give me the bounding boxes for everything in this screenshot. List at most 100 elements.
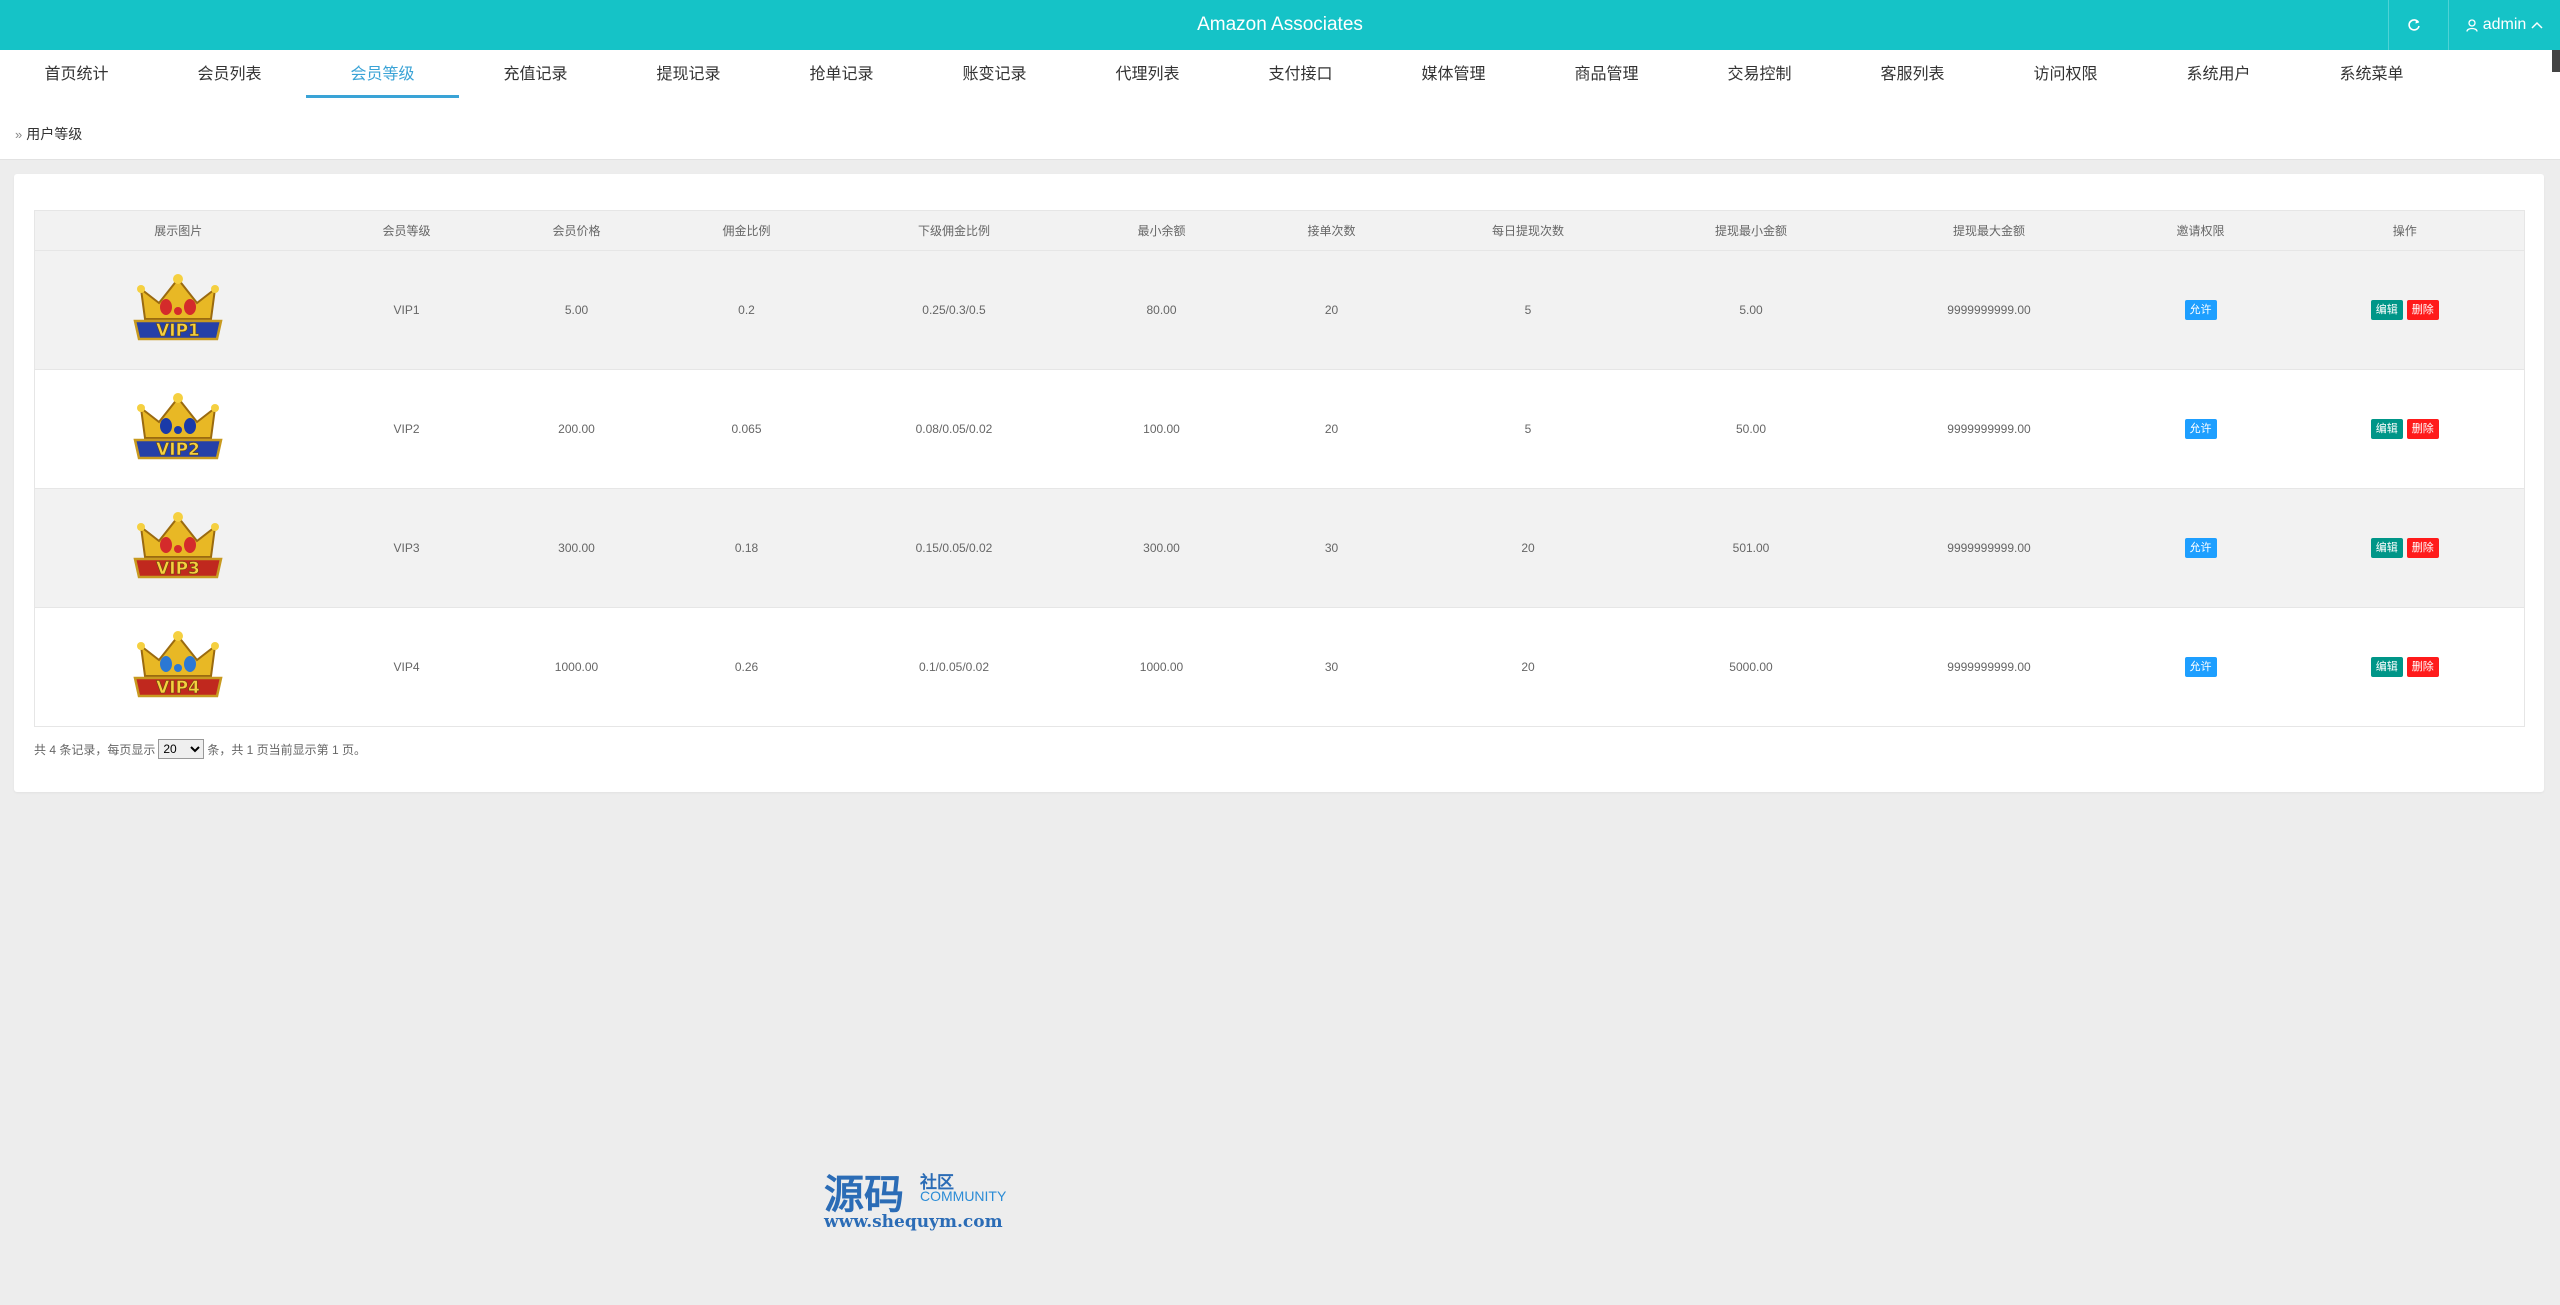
breadcrumb-separator-icon: » xyxy=(15,126,23,142)
app-title: Amazon Associates xyxy=(1197,14,1363,35)
delete-button[interactable]: 删除 xyxy=(2406,300,2439,320)
breadcrumb-label[interactable]: 用户等级 xyxy=(26,124,82,144)
nav-item-member-levels[interactable]: 会员等级 xyxy=(306,50,459,98)
nav-item-dashboard[interactable]: 首页统计 xyxy=(0,50,153,98)
cell-min-balance: 100.00 xyxy=(1076,369,1247,489)
col-header-withdraw-min: 提现最小金额 xyxy=(1639,210,1863,251)
col-header-withdraw-max: 提现最大金额 xyxy=(1862,210,2116,251)
cell-daily-withdraw: 5 xyxy=(1416,369,1640,489)
nav-item-trade-control[interactable]: 交易控制 xyxy=(1683,50,1836,98)
vip-level-table: 展示图片 会员等级 会员价格 佣金比例 下级佣金比例 最小余额 接单次数 每日提… xyxy=(34,210,2525,727)
col-header-actions: 操作 xyxy=(2285,210,2525,251)
watermark-community-text: COMMUNITY xyxy=(920,1188,1007,1204)
vip-crown-icon: VIP1 xyxy=(133,273,223,341)
cell-actions: 编辑 删除 xyxy=(2285,607,2525,727)
cell-sub-commission: 0.15/0.05/0.02 xyxy=(831,488,1077,608)
col-header-orders: 接单次数 xyxy=(1246,210,1417,251)
delete-button[interactable]: 删除 xyxy=(2406,538,2439,558)
cell-orders: 20 xyxy=(1246,250,1417,370)
svg-text:VIP1: VIP1 xyxy=(156,321,200,341)
table-row: VIP3 VIP3 300.00 0.18 0.15/0.05/0.02 300.00 3… xyxy=(34,488,2525,608)
invite-allow-button[interactable]: 允许 xyxy=(2184,419,2217,439)
cell-actions: 编辑 删除 xyxy=(2285,369,2525,489)
edit-button[interactable]: 编辑 xyxy=(2370,657,2403,677)
cell-withdraw-max: 9999999999.00 xyxy=(1862,488,2116,608)
col-header-price: 会员价格 xyxy=(491,210,662,251)
cell-level: VIP3 xyxy=(321,488,492,608)
nav-item-withdraw[interactable]: 提现记录 xyxy=(612,50,765,98)
cell-daily-withdraw: 20 xyxy=(1416,488,1640,608)
content-card: 展示图片 会员等级 会员价格 佣金比例 下级佣金比例 最小余额 接单次数 每日提… xyxy=(14,174,2544,792)
user-menu[interactable]: admin xyxy=(2448,0,2560,50)
col-header-commission: 佣金比例 xyxy=(661,210,832,251)
nav-item-agents[interactable]: 代理列表 xyxy=(1071,50,1224,98)
cell-orders: 20 xyxy=(1246,369,1417,489)
vip-image-cell: VIP2 xyxy=(34,369,322,489)
cell-withdraw-max: 9999999999.00 xyxy=(1862,369,2116,489)
cell-price: 1000.00 xyxy=(491,607,662,727)
col-header-level: 会员等级 xyxy=(321,210,492,251)
delete-button[interactable]: 删除 xyxy=(2406,657,2439,677)
cell-withdraw-max: 9999999999.00 xyxy=(1862,250,2116,370)
breadcrumb: » 用户等级 xyxy=(15,124,82,144)
pagination-prefix: 共 4 条记录，每页显示 xyxy=(34,742,156,757)
cell-invite: 允许 xyxy=(2115,607,2286,727)
invite-allow-button[interactable]: 允许 xyxy=(2184,538,2217,558)
cell-daily-withdraw: 5 xyxy=(1416,250,1640,370)
nav-item-system-users[interactable]: 系统用户 xyxy=(2142,50,2295,98)
cell-invite: 允许 xyxy=(2115,488,2286,608)
nav-item-account-changes[interactable]: 账变记录 xyxy=(918,50,1071,98)
invite-allow-button[interactable]: 允许 xyxy=(2184,657,2217,677)
refresh-button[interactable] xyxy=(2388,0,2438,50)
vip-crown-icon: VIP3 xyxy=(133,511,223,579)
table-header-row: 展示图片 会员等级 会员价格 佣金比例 下级佣金比例 最小余额 接单次数 每日提… xyxy=(34,210,2525,251)
cell-price: 200.00 xyxy=(491,369,662,489)
nav-item-access[interactable]: 访问权限 xyxy=(1989,50,2142,98)
cell-commission: 0.18 xyxy=(661,488,832,608)
nav-item-system-menu[interactable]: 系统菜单 xyxy=(2295,50,2448,98)
main-nav: 首页统计 会员列表 会员等级 充值记录 提现记录 抢单记录 账变记录 代理列表 … xyxy=(0,50,2560,100)
cell-min-balance: 80.00 xyxy=(1076,250,1247,370)
nav-scrollbar[interactable] xyxy=(2552,50,2560,72)
cell-commission: 0.26 xyxy=(661,607,832,727)
edit-button[interactable]: 编辑 xyxy=(2370,300,2403,320)
cell-orders: 30 xyxy=(1246,607,1417,727)
vip-crown-icon: VIP4 xyxy=(133,630,223,698)
cell-min-balance: 1000.00 xyxy=(1076,607,1247,727)
edit-button[interactable]: 编辑 xyxy=(2370,419,2403,439)
col-header-invite: 邀请权限 xyxy=(2115,210,2286,251)
nav-item-orders[interactable]: 抢单记录 xyxy=(765,50,918,98)
cell-orders: 30 xyxy=(1246,488,1417,608)
nav-item-media[interactable]: 媒体管理 xyxy=(1377,50,1530,98)
cell-commission: 0.2 xyxy=(661,250,832,370)
user-name: admin xyxy=(2482,16,2527,33)
col-header-daily-withdraw: 每日提现次数 xyxy=(1416,210,1640,251)
cell-invite: 允许 xyxy=(2115,250,2286,370)
nav-item-payment[interactable]: 支付接口 xyxy=(1224,50,1377,98)
watermark-url: www.shequym.com xyxy=(824,1212,1003,1232)
svg-text:VIP4: VIP4 xyxy=(156,678,200,698)
nav-item-products[interactable]: 商品管理 xyxy=(1530,50,1683,98)
cell-actions: 编辑 删除 xyxy=(2285,488,2525,608)
cell-withdraw-min: 5.00 xyxy=(1639,250,1863,370)
edit-button[interactable]: 编辑 xyxy=(2370,538,2403,558)
nav-item-members[interactable]: 会员列表 xyxy=(153,50,306,98)
cell-sub-commission: 0.08/0.05/0.02 xyxy=(831,369,1077,489)
cell-withdraw-min: 50.00 xyxy=(1639,369,1863,489)
page-size-select[interactable]: 20 xyxy=(158,739,205,759)
vip-image-cell: VIP4 xyxy=(34,607,322,727)
chevron-up-icon xyxy=(2531,21,2543,29)
invite-allow-button[interactable]: 允许 xyxy=(2184,300,2217,320)
vip-image-cell: VIP1 xyxy=(34,250,322,370)
svg-text:VIP3: VIP3 xyxy=(156,559,200,579)
delete-button[interactable]: 删除 xyxy=(2406,419,2439,439)
cell-level: VIP4 xyxy=(321,607,492,727)
col-header-min-balance: 最小余额 xyxy=(1076,210,1247,251)
nav-item-recharge[interactable]: 充值记录 xyxy=(459,50,612,98)
cell-actions: 编辑 删除 xyxy=(2285,250,2525,370)
cell-level: VIP2 xyxy=(321,369,492,489)
breadcrumb-bar xyxy=(0,100,2560,160)
cell-withdraw-min: 5000.00 xyxy=(1639,607,1863,727)
nav-item-support[interactable]: 客服列表 xyxy=(1836,50,1989,98)
table-row: VIP4 VIP4 1000.00 0.26 0.1/0.05/0.02 1000.00… xyxy=(34,607,2525,727)
